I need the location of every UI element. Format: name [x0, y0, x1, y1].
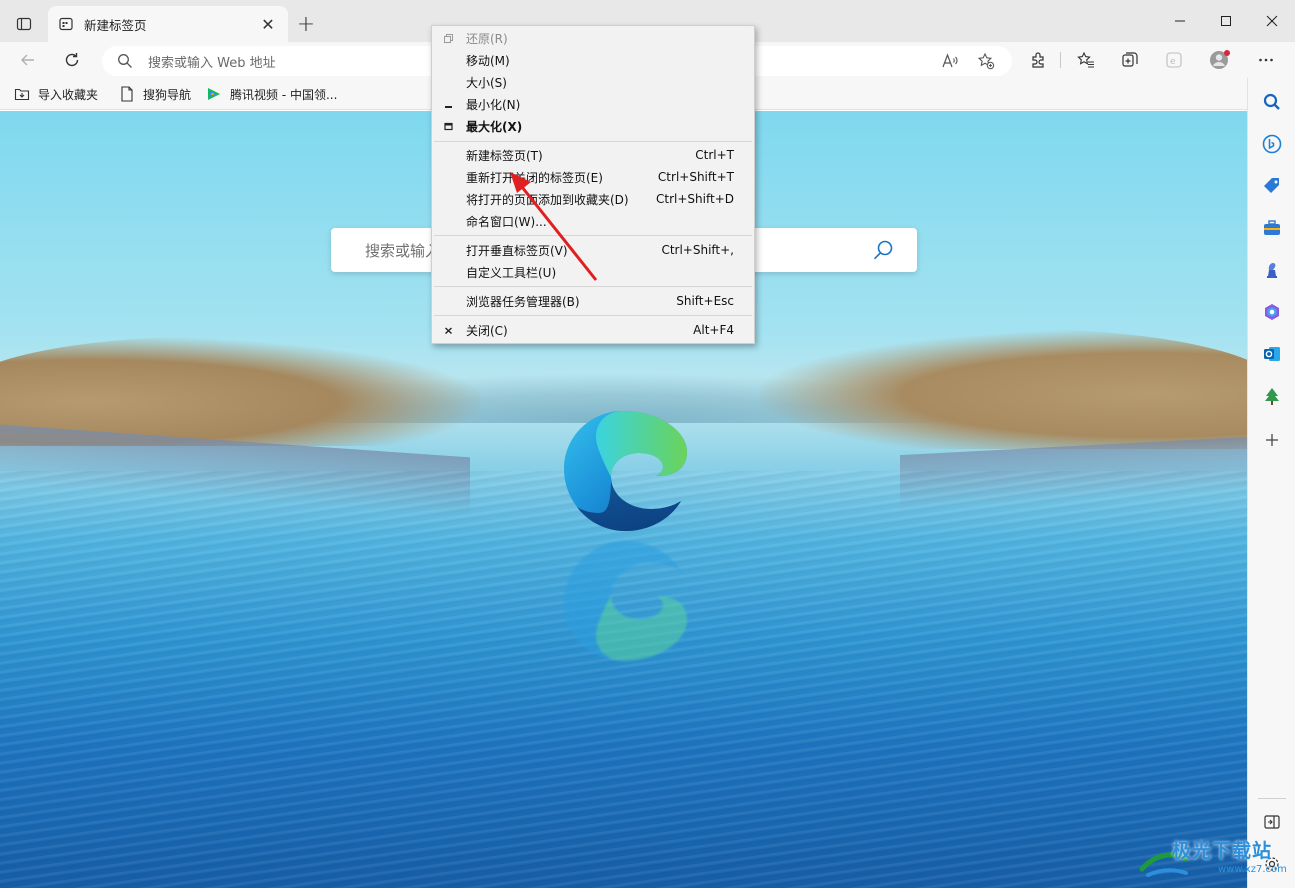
menu-item-label: 还原(R) — [466, 31, 508, 46]
favorite-label: 腾讯视频 - 中国领... — [230, 87, 338, 102]
menu-item-label: 自定义工具栏(U) — [466, 265, 557, 280]
menu-item-label: 移动(M) — [466, 53, 510, 68]
tab-actions-icon[interactable] — [8, 8, 40, 40]
menu-item-label: 关闭(C) — [466, 323, 508, 338]
shopping-tag-icon[interactable] — [1260, 174, 1284, 198]
add-favorite-icon[interactable] — [972, 46, 1000, 76]
menu-item-maximize[interactable]: 最大化(X) — [432, 115, 754, 137]
menu-separator — [434, 315, 752, 316]
import-folder-icon — [14, 86, 30, 102]
svg-text:e: e — [1170, 57, 1176, 67]
menu-item-shortcut: Alt+F4 — [693, 323, 734, 337]
tab-new-tab[interactable]: 新建标签页 ✕ — [48, 6, 288, 42]
window-system-menu: 还原(R) 移动(M) 大小(S) 最小化(N) 最大化(X) 新建标签页(T)… — [431, 25, 755, 344]
menu-item-label: 打开垂直标签页(V) — [466, 243, 568, 258]
address-placeholder: 搜索或输入 Web 地址 — [148, 55, 276, 71]
watermark-text: 极光下载站 — [1172, 840, 1273, 862]
menu-item-vertical-tabs[interactable]: 打开垂直标签页(V) Ctrl+Shift+, — [432, 239, 754, 261]
menu-item-shortcut: Ctrl+Shift+T — [657, 170, 734, 184]
menu-item-shortcut: Ctrl+Shift+, — [661, 243, 734, 257]
toolbar-divider — [1060, 52, 1061, 68]
new-tab-button[interactable]: + — [292, 10, 320, 38]
restore-icon — [442, 31, 454, 45]
favorite-label: 导入收藏夹 — [38, 87, 99, 102]
refresh-icon[interactable] — [56, 44, 88, 76]
menu-item-label: 新建标签页(T) — [466, 148, 543, 163]
menu-item-label: 将打开的页面添加到收藏夹(D) — [466, 192, 629, 207]
edge-logo — [556, 405, 690, 535]
favorite-label: 搜狗导航 — [143, 87, 192, 102]
menu-item-label: 浏览器任务管理器(B) — [466, 294, 580, 309]
background-hill-right — [760, 329, 1247, 449]
microsoft-365-icon[interactable] — [1260, 300, 1284, 324]
menu-item-new-tab[interactable]: 新建标签页(T) Ctrl+T — [432, 144, 754, 166]
new-tab-page-icon — [58, 16, 74, 32]
web-search-placeholder: 搜索或输入 — [365, 241, 441, 260]
add-sidebar-app-icon[interactable] — [1260, 428, 1284, 452]
sidebar-divider — [1258, 798, 1286, 799]
search-icon — [116, 52, 134, 70]
menu-item-task-manager[interactable]: 浏览器任务管理器(B) Shift+Esc — [432, 290, 754, 312]
menu-item-label: 最大化(X) — [466, 119, 523, 134]
sidebar-search-icon[interactable] — [1260, 90, 1284, 114]
back-icon[interactable] — [12, 44, 44, 76]
menu-item-close[interactable]: 关闭(C) Alt+F4 — [432, 319, 754, 341]
menu-item-move[interactable]: 移动(M) — [432, 49, 754, 71]
minimize-window-icon[interactable] — [1157, 0, 1203, 42]
close-icon — [442, 323, 454, 337]
favorite-tencent-video[interactable]: 腾讯视频 - 中国领... — [206, 84, 337, 104]
more-options-icon[interactable] — [1250, 44, 1282, 76]
favorites-icon[interactable] — [1070, 44, 1102, 76]
menu-separator — [434, 235, 752, 236]
favorite-sogou[interactable]: 搜狗导航 — [119, 84, 191, 104]
games-chess-icon[interactable] — [1260, 258, 1284, 282]
collections-icon[interactable] — [1114, 44, 1146, 76]
menu-item-shortcut: Ctrl+Shift+D — [656, 192, 734, 206]
tree-icon[interactable] — [1260, 384, 1284, 408]
menu-item-size[interactable]: 大小(S) — [432, 71, 754, 93]
menu-item-customize-toolbar[interactable]: 自定义工具栏(U) — [432, 261, 754, 283]
menu-item-shortcut: Ctrl+T — [695, 148, 734, 162]
hide-sidebar-icon[interactable] — [1260, 810, 1284, 834]
tab-close-icon[interactable]: ✕ — [258, 14, 278, 34]
page-icon — [119, 86, 135, 102]
menu-item-label: 重新打开关闭的标签页(E) — [466, 170, 603, 185]
close-window-icon[interactable] — [1249, 0, 1295, 42]
menu-item-add-pages-to-favorites[interactable]: 将打开的页面添加到收藏夹(D) Ctrl+Shift+D — [432, 188, 754, 210]
maximize-window-icon[interactable] — [1203, 0, 1249, 42]
menu-item-shortcut: Shift+Esc — [676, 294, 734, 308]
watermark-url: www.xz7.com — [1218, 864, 1287, 875]
outlook-icon[interactable] — [1260, 342, 1284, 366]
extensions-icon[interactable] — [1022, 44, 1054, 76]
menu-separator — [434, 141, 752, 142]
search-icon[interactable] — [871, 238, 895, 262]
menu-separator — [434, 286, 752, 287]
maximize-icon — [442, 119, 454, 133]
tencent-video-icon — [206, 86, 222, 102]
menu-item-label: 命名窗口(W)... — [466, 214, 547, 229]
menu-item-minimize[interactable]: 最小化(N) — [432, 93, 754, 115]
profile-avatar[interactable] — [1204, 44, 1236, 76]
bing-chat-icon[interactable] — [1260, 132, 1284, 156]
menu-item-label: 大小(S) — [466, 75, 507, 90]
menu-item-name-window[interactable]: 命名窗口(W)... — [432, 210, 754, 232]
menu-item-restore[interactable]: 还原(R) — [432, 27, 754, 49]
favorite-import[interactable]: 导入收藏夹 — [14, 84, 98, 104]
internet-explorer-mode-icon[interactable]: e — [1158, 44, 1190, 76]
menu-item-label: 最小化(N) — [466, 97, 521, 112]
tab-title: 新建标签页 — [84, 17, 147, 33]
edge-logo-reflection — [556, 537, 690, 667]
minimize-icon — [442, 97, 454, 111]
menu-item-reopen-closed-tab[interactable]: 重新打开关闭的标签页(E) Ctrl+Shift+T — [432, 166, 754, 188]
edge-sidebar — [1247, 78, 1295, 888]
read-aloud-icon[interactable] — [936, 46, 964, 76]
tools-briefcase-icon[interactable] — [1260, 216, 1284, 240]
